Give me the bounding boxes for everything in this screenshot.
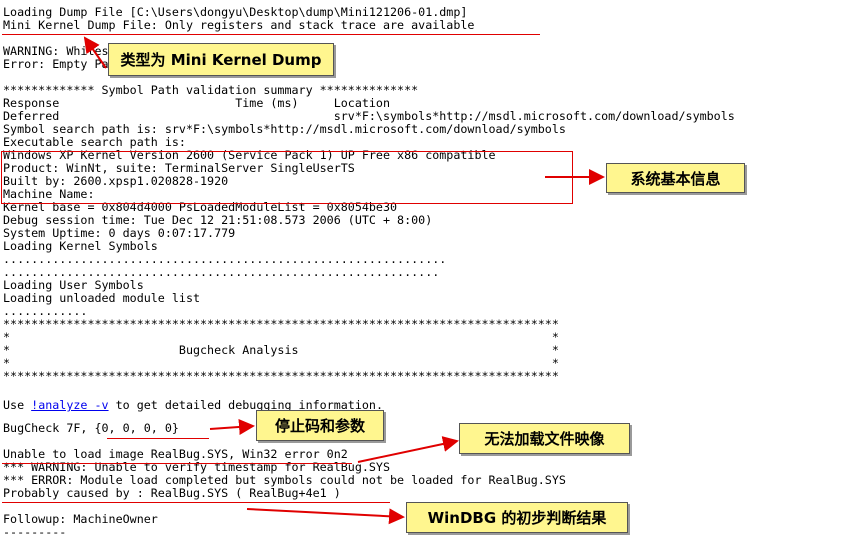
bugcheck-callout: 停止码和参数 — [256, 410, 384, 441]
dump-type-arrow — [83, 36, 107, 69]
image-load-callout: 无法加载文件映像 — [459, 423, 630, 454]
annotation-arrows — [83, 36, 605, 525]
dump-type-callout: 类型为 Mini Kernel Dump — [108, 43, 334, 76]
result-callout: WinDBG 的初步判断结果 — [406, 502, 628, 533]
result-arrow — [246, 508, 405, 525]
system-info-callout: 系统基本信息 — [606, 163, 745, 193]
bugcheck-arrow — [209, 418, 255, 435]
image-load-arrow — [357, 436, 459, 463]
